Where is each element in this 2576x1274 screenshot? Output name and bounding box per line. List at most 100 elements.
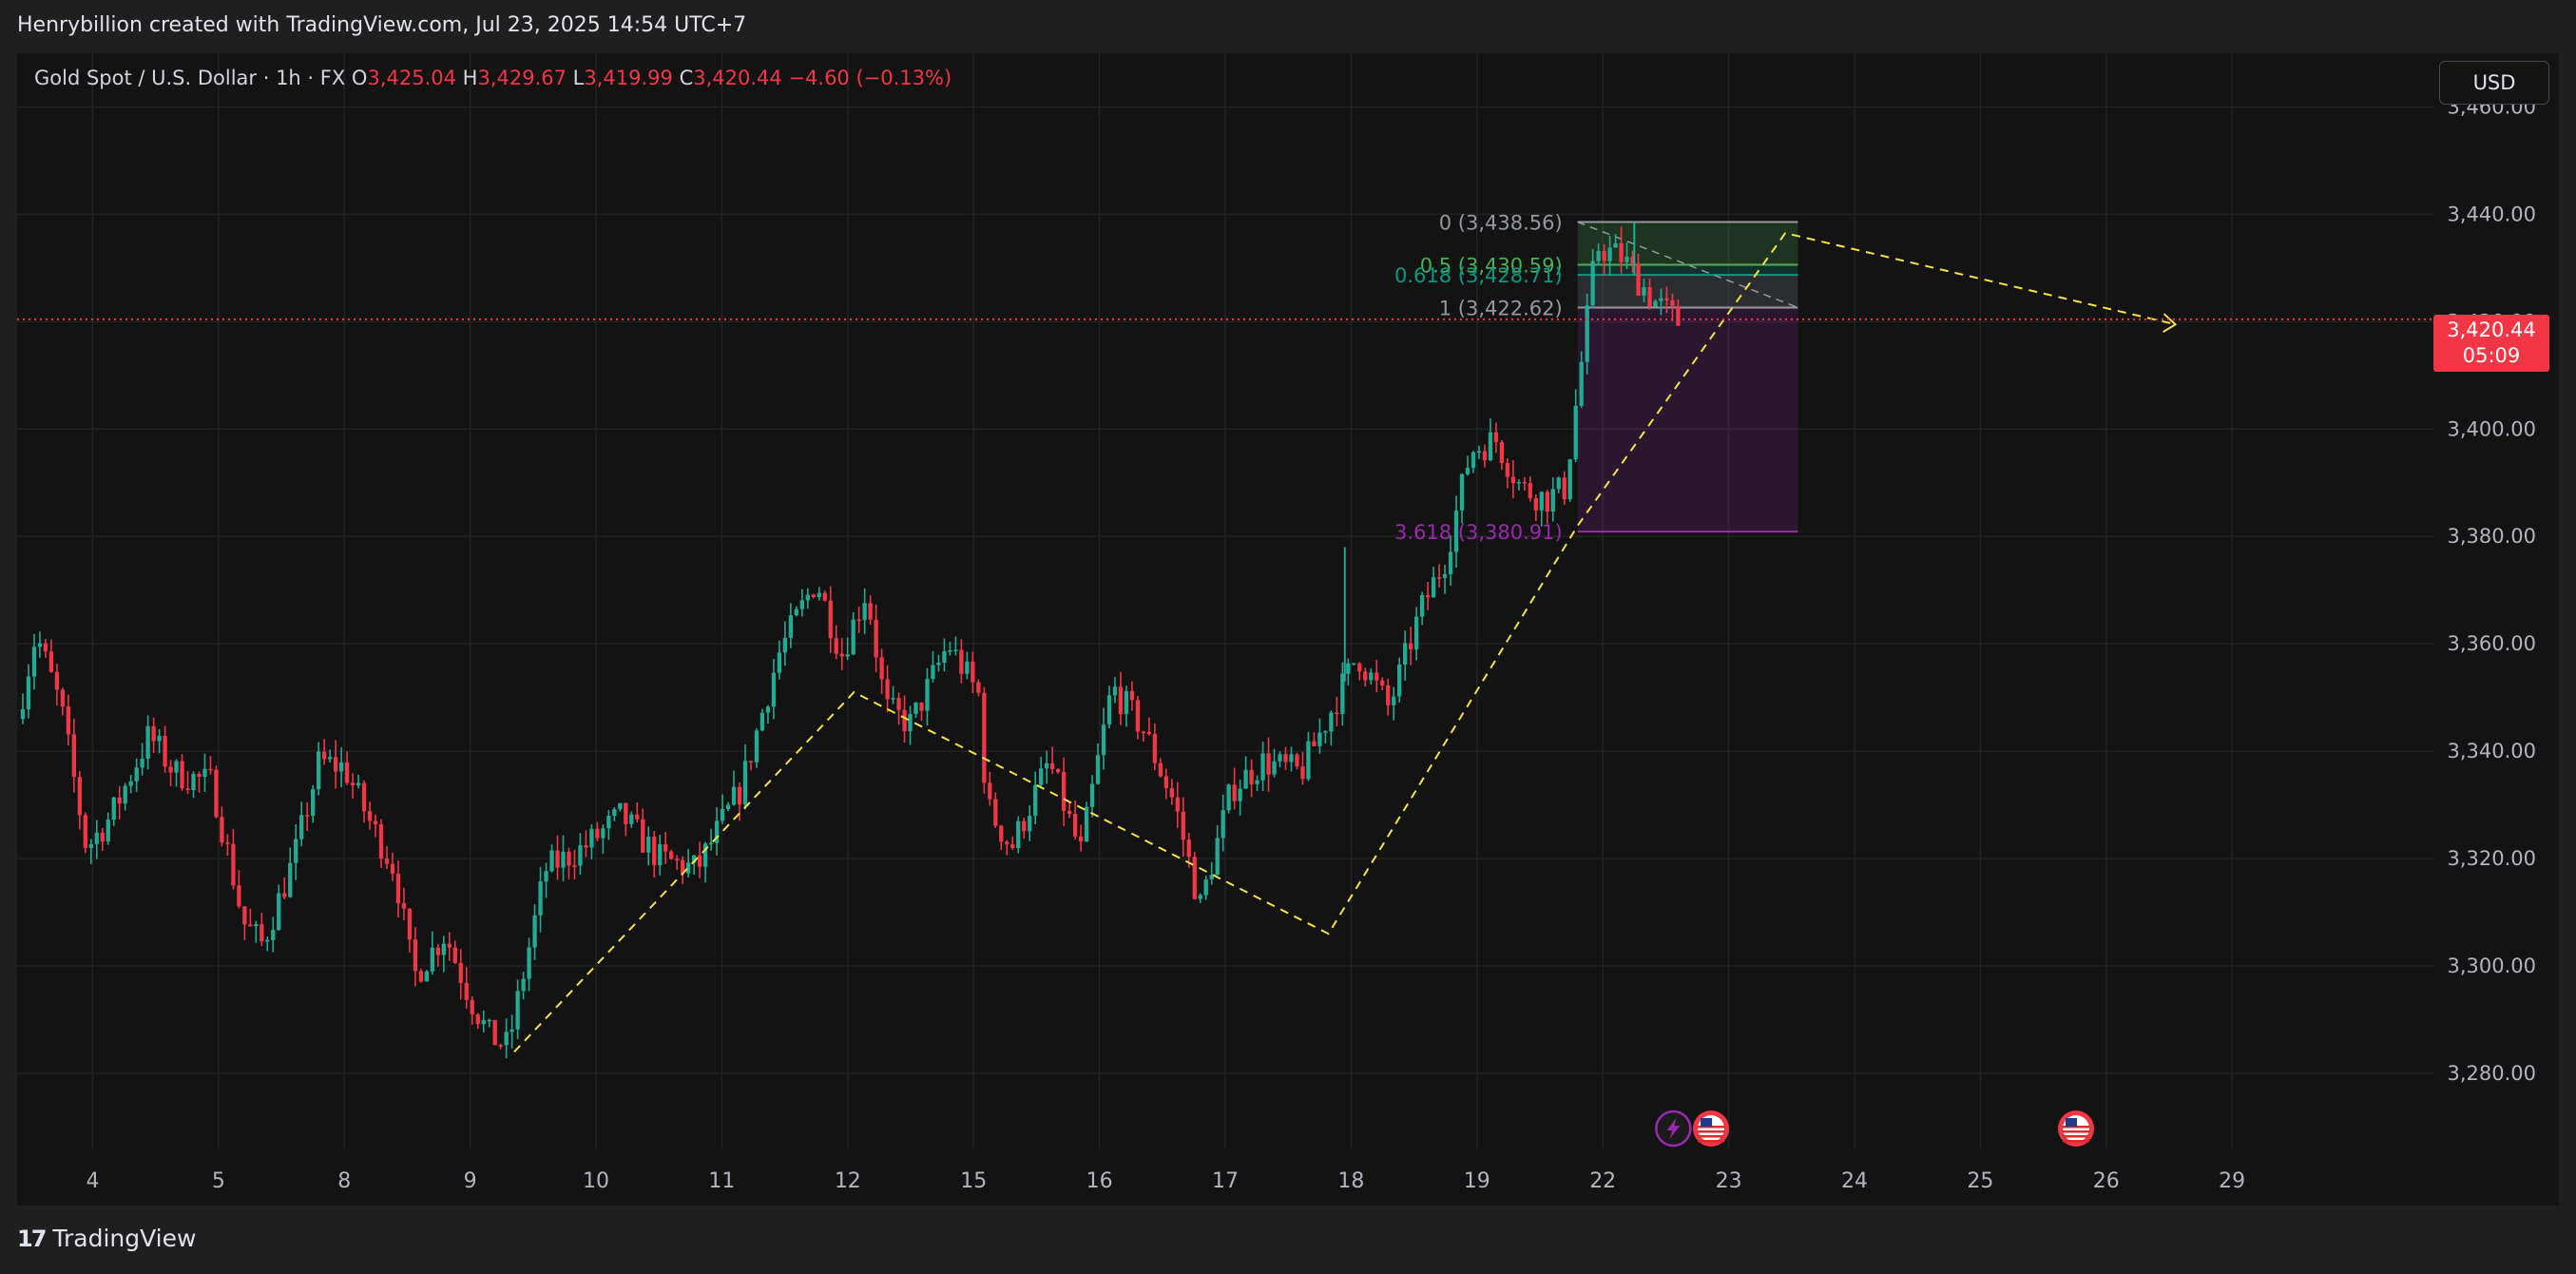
candle-body [430,947,435,972]
candle-body [83,815,87,848]
candle-body [1670,299,1675,306]
candle-body [1010,844,1015,849]
candle-body [1676,305,1681,326]
candle-body [959,649,964,674]
candle-body [1095,755,1101,784]
candle-body [595,828,600,839]
open-value: 3,425.04 [367,67,456,89]
current-price-tag: 3,420.44 05:09 [2433,315,2549,372]
candle-body [26,676,31,709]
candle-body [527,947,531,979]
price-tick-label: 3,340.00 [2447,740,2536,762]
candle-body [1408,643,1413,650]
candle-body [492,1019,497,1046]
candle-body [936,662,941,666]
candle-body [1363,671,1368,681]
candle-body [487,1019,491,1022]
candle-body [948,650,952,652]
candle-body [1369,672,1374,681]
candle-body [953,649,958,651]
change-value: −4.60 (−0.13%) [788,67,952,89]
candle-body [538,881,543,916]
candle-body [834,638,838,654]
date-tick-label: 15 [960,1169,987,1193]
candle-body [481,1019,486,1025]
candle-body [117,797,122,804]
candle-body [407,908,413,940]
candle-body [1039,768,1044,785]
price-tick-label: 3,440.00 [2447,203,2536,225]
candle-body [185,788,190,790]
candle-body [811,594,816,598]
candle-body [931,665,935,680]
candle-body [1022,820,1027,832]
tradingview-brand[interactable]: 17 TradingView [17,1225,196,1252]
candle-body [601,828,606,839]
candle-body [447,943,452,948]
candle-body [77,777,82,816]
candle-body [317,751,321,790]
candle-body [288,862,293,898]
candle-body [413,939,418,972]
candle-body [361,782,367,812]
brand-name: TradingView [52,1225,197,1252]
currency-button[interactable]: USD [2439,61,2549,105]
candle-body [685,862,691,874]
candle-body [305,815,310,817]
candle-body [1266,753,1271,775]
candle-body [1249,769,1254,784]
candle-body [157,736,162,742]
candle-body [1476,451,1482,454]
candle-body [1101,724,1106,756]
candle-body [578,845,583,866]
candle-body [1585,305,1589,362]
fib-zone [1577,264,1798,276]
candle-body [976,682,981,693]
price-chart[interactable]: 0 (3,438.56)0.5 (3,430.59)0.618 (3,428.7… [0,0,2576,1209]
candle-body [265,939,270,942]
candle-body [299,815,304,840]
flag-stripe [2062,1135,2089,1138]
candle-body [1163,776,1168,789]
date-tick-label: 5 [212,1169,225,1193]
candle-body [1061,772,1067,811]
candle-body [1215,838,1220,876]
ohlc-legend: Gold Spot / U.S. Dollar · 1h · FX O3,425… [34,67,952,89]
candle-body [1158,762,1163,777]
candle-body [100,832,105,842]
candle-body [1545,492,1549,512]
candle-body [1055,768,1061,773]
candle-body [509,1029,514,1033]
candle-body [1226,784,1231,811]
candle-body [1550,489,1555,512]
candle-body [1590,261,1595,306]
candle-body [805,594,810,601]
candle-body [1488,432,1493,461]
flag-stripe [2062,1130,2089,1133]
candle-body [1089,783,1095,807]
candle-body [1295,754,1299,767]
candle-body [708,842,714,845]
price-tick-label: 3,320.00 [2447,847,2536,870]
candle-body [1283,754,1288,762]
flag-stripe [2062,1140,2089,1143]
candle-body [891,698,895,700]
candle-body [1397,664,1402,697]
candle-body [697,855,702,867]
candle-body [327,757,333,760]
candle-body [1619,242,1624,262]
close-value: 3,420.44 [693,67,782,89]
candle-body [1556,477,1561,490]
candle-body [1403,643,1408,665]
candle-body [60,689,66,707]
candle-body [1106,695,1112,725]
high-value: 3,429.67 [477,67,567,89]
candle-body [1346,663,1351,674]
date-tick-label: 29 [2219,1169,2245,1193]
candle-body [1653,300,1658,307]
candle-body [1579,361,1584,406]
date-tick-label: 12 [835,1169,861,1193]
candle-body [635,814,640,820]
candle-body [794,608,799,616]
symbol-label[interactable]: Gold Spot / U.S. Dollar · 1h · FX [34,67,345,89]
